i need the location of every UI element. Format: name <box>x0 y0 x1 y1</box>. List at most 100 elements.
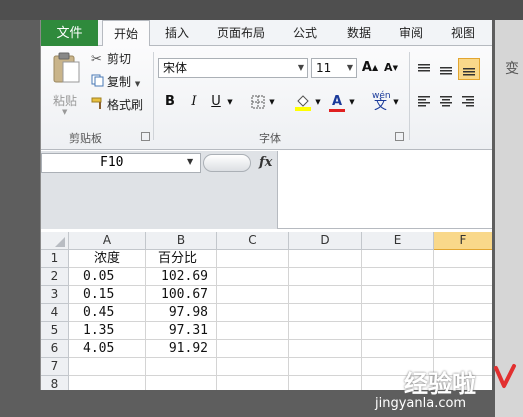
cell-a[interactable]: 4.05 <box>69 340 146 358</box>
cell-f[interactable] <box>434 268 492 286</box>
cell-f[interactable] <box>434 286 492 304</box>
align-left-icon[interactable] <box>415 92 433 112</box>
align-center-icon[interactable] <box>437 92 455 112</box>
underline-dropdown-icon[interactable]: ▼ <box>225 92 235 112</box>
tab-file[interactable]: 文件 <box>41 20 98 46</box>
cell-b[interactable]: 百分比 <box>146 250 217 268</box>
cell-b[interactable] <box>146 376 217 390</box>
format-painter-button[interactable]: 格式刷 <box>91 96 143 114</box>
tab-page-layout[interactable]: 页面布局 <box>211 20 271 46</box>
cell-c[interactable] <box>217 340 289 358</box>
align-top-icon[interactable] <box>415 60 433 80</box>
cell-d[interactable] <box>289 322 362 340</box>
align-middle-icon[interactable] <box>437 60 455 80</box>
fill-dropdown-icon[interactable]: ▼ <box>313 92 323 112</box>
shrink-font-icon[interactable]: A▼ <box>383 58 399 78</box>
copy-button[interactable]: 复制 ▼ <box>91 73 140 91</box>
cell-c[interactable] <box>217 376 289 390</box>
font-name-combo[interactable]: 宋体 ▼ <box>158 58 308 78</box>
row-header[interactable]: 2 <box>41 268 69 286</box>
clipboard-launcher-icon[interactable] <box>141 132 150 141</box>
align-bottom-icon[interactable] <box>458 58 480 80</box>
cell-b[interactable]: 97.98 <box>146 304 217 322</box>
column-header-a[interactable]: A <box>69 232 146 250</box>
column-header-c[interactable]: C <box>217 232 289 250</box>
cell-a[interactable] <box>69 376 146 390</box>
cell-c[interactable] <box>217 250 289 268</box>
cell-a[interactable]: 0.15 <box>69 286 146 304</box>
tab-data[interactable]: 数据 <box>341 20 377 46</box>
fill-color-icon[interactable] <box>293 92 313 112</box>
name-box[interactable]: F10 <box>41 153 201 173</box>
cell-b[interactable]: 100.67 <box>146 286 217 304</box>
grow-font-icon[interactable]: A▲ <box>361 58 379 78</box>
cell-c[interactable] <box>217 268 289 286</box>
cell-f[interactable] <box>434 304 492 322</box>
column-header-f[interactable]: F <box>434 232 492 250</box>
font-color-dropdown-icon[interactable]: ▼ <box>347 92 357 112</box>
borders-dropdown-icon[interactable]: ▼ <box>267 92 277 112</box>
bold-button[interactable]: B <box>161 92 179 112</box>
cell-d[interactable] <box>289 268 362 286</box>
italic-button[interactable]: I <box>185 92 203 112</box>
cut-button[interactable]: ✂ 剪切 <box>91 50 131 68</box>
font-size-combo[interactable]: 11 ▼ <box>311 58 357 78</box>
cell-b[interactable]: 102.69 <box>146 268 217 286</box>
font-color-icon[interactable]: A <box>327 92 347 112</box>
underline-button[interactable]: U <box>207 92 225 112</box>
column-header-d[interactable]: D <box>289 232 362 250</box>
formula-bar-splitter[interactable] <box>203 154 251 172</box>
tab-home[interactable]: 开始 <box>102 20 150 47</box>
cell-e[interactable] <box>362 286 434 304</box>
cell-d[interactable] <box>289 358 362 376</box>
chevron-down-icon[interactable]: ▼ <box>187 157 193 166</box>
cell-a[interactable]: 0.45 <box>69 304 146 322</box>
phonetic-icon[interactable]: wén 文 <box>369 90 391 113</box>
cell-c[interactable] <box>217 304 289 322</box>
borders-icon[interactable] <box>249 92 267 112</box>
cell-c[interactable] <box>217 358 289 376</box>
cell-f[interactable] <box>434 322 492 340</box>
insert-function-icon[interactable]: fx <box>259 155 272 170</box>
cell-a[interactable]: 浓度 <box>69 250 146 268</box>
column-header-b[interactable]: B <box>146 232 217 250</box>
cell-c[interactable] <box>217 286 289 304</box>
cell-c[interactable] <box>217 322 289 340</box>
column-header-e[interactable]: E <box>362 232 434 250</box>
row-header[interactable]: 4 <box>41 304 69 322</box>
cell-d[interactable] <box>289 250 362 268</box>
row-header[interactable]: 1 <box>41 250 69 268</box>
cell-d[interactable] <box>289 376 362 390</box>
cell-a[interactable]: 0.05 <box>69 268 146 286</box>
row-header[interactable]: 5 <box>41 322 69 340</box>
cell-a[interactable] <box>69 358 146 376</box>
formula-input[interactable] <box>279 151 492 229</box>
select-all-corner[interactable] <box>41 232 69 250</box>
cell-f[interactable] <box>434 340 492 358</box>
tab-review[interactable]: 审阅 <box>393 20 429 46</box>
font-launcher-icon[interactable] <box>395 132 404 141</box>
row-header[interactable]: 3 <box>41 286 69 304</box>
cell-e[interactable] <box>362 322 434 340</box>
cell-e[interactable] <box>362 250 434 268</box>
cell-e[interactable] <box>362 268 434 286</box>
cell-d[interactable] <box>289 304 362 322</box>
cell-d[interactable] <box>289 286 362 304</box>
cell-b[interactable] <box>146 358 217 376</box>
row-header[interactable]: 8 <box>41 376 69 390</box>
tab-formulas[interactable]: 公式 <box>287 20 323 46</box>
row-header[interactable]: 7 <box>41 358 69 376</box>
tab-view[interactable]: 视图 <box>445 20 481 46</box>
cell-b[interactable]: 91.92 <box>146 340 217 358</box>
row-header[interactable]: 6 <box>41 340 69 358</box>
cell-d[interactable] <box>289 340 362 358</box>
phonetic-dropdown-icon[interactable]: ▼ <box>391 92 401 112</box>
tab-insert[interactable]: 插入 <box>159 20 195 46</box>
cell-e[interactable] <box>362 340 434 358</box>
cell-f[interactable] <box>434 250 492 268</box>
cell-e[interactable] <box>362 304 434 322</box>
cell-a[interactable]: 1.35 <box>69 322 146 340</box>
cell-b[interactable]: 97.31 <box>146 322 217 340</box>
paste-button[interactable]: 粘贴 ▼ <box>47 50 83 120</box>
align-right-icon[interactable] <box>459 92 477 112</box>
